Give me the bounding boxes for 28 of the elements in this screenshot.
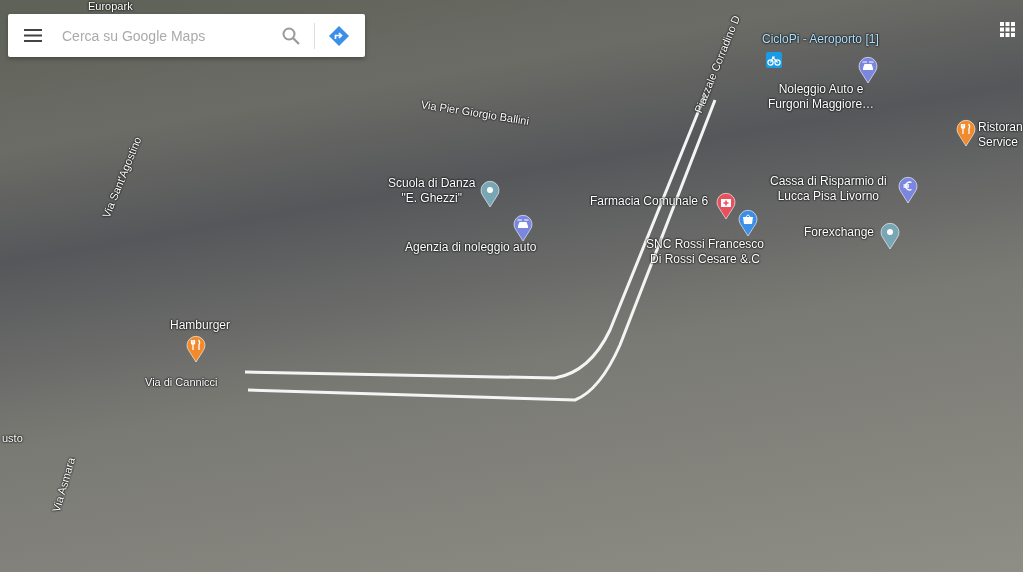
place-label[interactable]: Ristoran Service [978,120,1023,150]
search-icon[interactable] [282,26,300,45]
place-label[interactable]: Forexchange [804,225,875,240]
place-pin-icon[interactable] [880,222,900,249]
place-label[interactable]: Cassa di Risparmio di Lucca Pisa Livorno [770,174,887,204]
menu-icon[interactable] [24,29,42,42]
shopping-bag-pin-icon[interactable] [738,209,758,236]
street-label: Europark [88,0,133,12]
street-label: Via Asmara [50,456,77,514]
pharmacy-pin-icon[interactable] [716,192,736,219]
place-label[interactable]: Noleggio Auto e Furgoni Maggiore… [768,82,875,112]
search-field[interactable]: Cerca su Google Maps [8,14,365,57]
street-label: Via Pier Giorgio Ballini [420,98,530,127]
place-pin-icon[interactable] [480,180,500,207]
euro-pin-icon[interactable] [898,176,918,203]
car-pin-icon[interactable] [513,214,533,241]
street-label: usto [2,432,23,444]
car-pin-icon[interactable] [858,56,878,83]
place-label[interactable]: Hamburger [170,318,231,333]
place-label[interactable]: CicloPi - Aeroporto [1] [762,32,879,47]
place-label[interactable]: Scuola di Danza "E. Ghezzi" [388,176,476,206]
fork-knife-pin-icon[interactable] [186,335,206,362]
street-label: Via di Cannicci [145,376,218,388]
place-label[interactable]: Agenzia di noleggio auto [405,240,537,255]
bicycle-icon[interactable] [766,52,782,68]
directions-icon[interactable] [329,25,349,46]
grid-icon[interactable] [1000,22,1016,38]
fork-knife-pin-icon[interactable] [956,119,976,146]
